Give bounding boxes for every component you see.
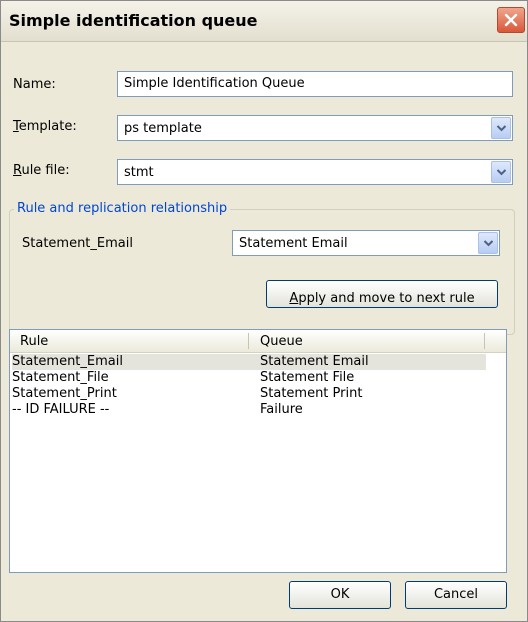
dialog-window: Simple identification queue Name: Simple… [0,0,528,622]
name-label: Name: [13,77,56,92]
rule-cell: Statement_Email [12,354,123,369]
chevron-down-icon [496,169,507,176]
rule-queue-list[interactable]: Rule Queue Statement_Email Statement Ema… [9,329,507,573]
dialog-content: Name: Simple Identification Queue Templa… [9,45,521,617]
template-label: Template: [13,119,77,134]
chevron-down-icon [483,240,494,247]
column-divider[interactable] [484,333,485,349]
cancel-button[interactable]: Cancel [405,581,507,609]
rule-cell: Statement_Print [12,386,117,401]
template-dropdown-button[interactable] [491,117,511,139]
name-field[interactable]: Simple Identification Queue [117,71,513,97]
title-bar[interactable]: Simple identification queue [1,1,527,42]
apply-button-label: Apply and move to next rule [289,291,475,306]
ok-button[interactable]: OK [289,581,391,609]
list-item[interactable]: Statement_Email Statement Email [12,354,486,370]
column-header-rule[interactable]: Rule [20,334,48,349]
cancel-button-label: Cancel [433,587,479,602]
list-item[interactable]: Statement_File Statement File [12,370,486,386]
group-legend: Rule and replication relationship [14,201,231,216]
queue-dropdown-button[interactable] [478,232,498,254]
rule-file-select[interactable]: stmt [117,159,513,185]
column-header-queue[interactable]: Queue [260,334,303,349]
list-header: Rule Queue [10,330,506,353]
close-icon [504,13,518,27]
current-rule-label: Statement_Email [22,236,133,251]
template-select-value: ps template [124,121,202,136]
rule-file-label: Rule file: [13,163,70,178]
queue-select-value: Statement Email [239,236,348,251]
queue-cell: Statement File [260,370,355,385]
queue-cell: Statement Email [260,354,369,369]
queue-select[interactable]: Statement Email [232,230,500,256]
template-select[interactable]: ps template [117,115,513,141]
rule-cell: -- ID FAILURE -- [12,402,110,417]
rule-replication-group: Rule and replication relationship Statem… [9,201,515,335]
rule-file-dropdown-button[interactable] [491,161,511,183]
ok-button-label: OK [330,587,350,602]
rule-cell: Statement_File [12,370,109,385]
rule-file-select-value: stmt [124,165,154,180]
window-title: Simple identification queue [9,11,258,30]
column-divider[interactable] [248,333,249,349]
list-item[interactable]: -- ID FAILURE -- Failure [12,402,486,418]
queue-cell: Statement Print [260,386,363,401]
queue-cell: Failure [260,402,303,417]
apply-next-rule-button[interactable]: Apply and move to next rule [266,280,498,308]
list-item[interactable]: Statement_Print Statement Print [12,386,486,402]
chevron-down-icon [496,125,507,132]
close-button[interactable] [497,7,525,33]
